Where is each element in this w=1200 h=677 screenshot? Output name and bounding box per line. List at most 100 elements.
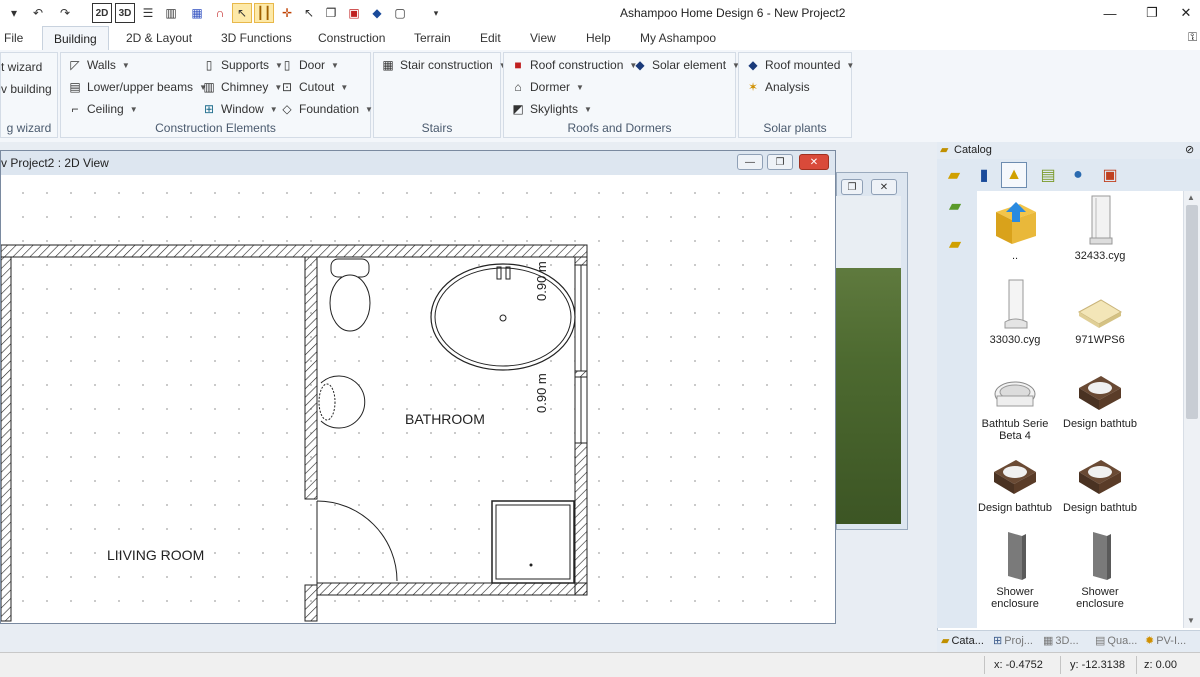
view3d-close-button[interactable]: ✕ (871, 179, 897, 195)
horizontal-split-icon[interactable]: ☰ (138, 3, 158, 23)
catalog-scrollbar[interactable]: ▲ ▼ (1183, 191, 1200, 628)
app-menu-icon[interactable]: ▾ (4, 3, 24, 23)
window-button[interactable]: ⊞ Window ▼ (201, 102, 278, 116)
help-icon[interactable]: ⚿ (1188, 30, 1197, 45)
globe-icon[interactable]: ● (1065, 162, 1091, 188)
undo-icon[interactable]: ↶ (28, 3, 48, 23)
folder-list-icon[interactable]: ▤ (1035, 162, 1061, 188)
analysis-button[interactable]: ✶ Analysis (745, 80, 810, 94)
bathtub-icon (973, 446, 1057, 498)
skylights-button[interactable]: ◩ Skylights ▼ (510, 102, 592, 116)
scroll-up-icon[interactable]: ▲ (1187, 193, 1195, 202)
walls-button[interactable]: ◸ Walls ▼ (67, 58, 129, 72)
catalog-item[interactable]: 33030.cyg (973, 278, 1057, 346)
tab-catalog[interactable]: ▰ Cata... (941, 634, 984, 648)
tab-terrain[interactable]: Terrain (414, 31, 451, 45)
image-icon[interactable]: ▣ (344, 3, 364, 23)
tab-3d-functions[interactable]: 3D Functions (221, 31, 292, 45)
view3d-restore-button[interactable]: ❐ (841, 179, 863, 195)
vertical-split-icon[interactable]: ▥ (161, 3, 181, 23)
magnet-icon[interactable]: ∩ (210, 3, 230, 23)
tab-view[interactable]: View (530, 31, 556, 45)
bathtub-icon (1058, 446, 1142, 498)
roof-mounted-button[interactable]: ◆ Roof mounted ▼ (745, 58, 854, 72)
beams-icon: ▤ (69, 80, 81, 94)
stair-construction-button[interactable]: ▦Stair construction▼ (380, 58, 506, 72)
status-divider (984, 656, 985, 674)
supports-button[interactable]: ▯ Supports ▼ (201, 58, 283, 72)
floor-plan-canvas[interactable]: LIIVING ROOM BATHROOM 0.90 m 0.90 m (1, 175, 835, 623)
pin-icon[interactable]: ⊘ (1185, 143, 1194, 156)
grid-icon[interactable]: ▦ (187, 3, 207, 23)
close-button[interactable]: ✕ (1166, 2, 1200, 24)
pointer-icon[interactable]: ↖ (232, 3, 252, 23)
view2d-maximize-button[interactable]: ❐ (767, 154, 793, 170)
title-bar: ▾ ↶ ↷ 2D 3D ☰ ▥ ▦ ∩ ↖ ┃┃ ✛ ↖ ❐ ▣ ◆ ▢ ▾ A… (0, 0, 1200, 26)
toilet-bowl (329, 274, 371, 332)
tab-3d[interactable]: ▦ 3D... (1043, 634, 1079, 648)
paste-icon[interactable]: ▢ (390, 3, 410, 23)
tab-2d-layout[interactable]: 2D & Layout (126, 31, 192, 45)
tab-building[interactable]: Building (42, 26, 109, 50)
crosshair-icon[interactable]: ✛ (277, 3, 297, 23)
redo-icon[interactable]: ↷ (55, 3, 75, 23)
catalog-item-label: Design bathtub (1063, 418, 1137, 430)
catalog-folder-icon: ▰ (940, 144, 949, 156)
favorites-folder-icon[interactable]: ▰ (942, 193, 968, 219)
tab-construction[interactable]: Construction (318, 31, 385, 45)
view-3d-canvas[interactable] (836, 196, 901, 524)
catalog-item[interactable]: Design bathtub (973, 446, 1057, 514)
walls-icon: ◸ (70, 58, 80, 72)
tab-edit[interactable]: Edit (480, 31, 501, 45)
door-button[interactable]: ▯ Door ▼ (279, 58, 339, 72)
roof-construction-button[interactable]: ■ Roof construction ▼ (510, 58, 637, 72)
catalog-item[interactable]: 971WPS6 (1058, 278, 1142, 346)
scroll-thumb[interactable] (1186, 205, 1198, 419)
solar-element-button[interactable]: ◆ Solar element ▼ (632, 58, 740, 72)
customize-toolbar-icon[interactable]: ▾ (426, 3, 446, 23)
tab-project[interactable]: ⊞ Proj... (993, 634, 1033, 648)
lower-upper-beams-button[interactable]: ▤ Lower/upper beams ▼ (67, 80, 207, 94)
new-building-item[interactable]: v building (1, 82, 52, 96)
copy-icon[interactable]: ❐ (321, 3, 341, 23)
catalog-item[interactable]: 32433.cyg (1058, 194, 1142, 262)
view2d-minimize-button[interactable]: — (737, 154, 763, 170)
dormer-button[interactable]: ⌂ Dormer ▼ (510, 80, 584, 94)
catalog-item[interactable]: Bathtub Serie Beta 4 (973, 362, 1057, 442)
vertical-lines-icon[interactable]: ┃┃ (254, 3, 274, 23)
ceiling-button[interactable]: ⌐ Ceiling ▼ (67, 102, 137, 116)
app-title: Ashampoo Home Design 6 - New Project2 (620, 6, 846, 20)
tab-help[interactable]: Help (586, 31, 611, 45)
view-2d-titlebar[interactable]: v Project2 : 2D View — ❐ ✕ (1, 151, 835, 176)
project-tree-icon: ⊞ (993, 635, 1003, 647)
folder-icon[interactable]: ▰ (941, 162, 967, 188)
roof-icon: ■ (514, 58, 522, 72)
eraser-icon[interactable]: ◆ (367, 3, 387, 23)
catalog-item[interactable]: Shower enclosure (1058, 530, 1142, 610)
open-folder-icon[interactable]: ▰ (942, 231, 968, 257)
scroll-down-icon[interactable]: ▼ (1187, 616, 1195, 625)
bookmark-folder-icon[interactable]: ▮ (971, 162, 997, 188)
view-2d-button[interactable]: 2D (92, 3, 112, 23)
tab-pv[interactable]: ✹ PV-I... (1145, 634, 1186, 648)
tab-file[interactable]: File (4, 31, 23, 45)
catalog-item[interactable]: Design bathtub (1058, 446, 1142, 514)
catalog-item[interactable]: Shower enclosure (973, 530, 1057, 610)
foundation-button[interactable]: ◇ Foundation ▼ (279, 102, 373, 116)
catalog-tab-icon: ▰ (941, 635, 950, 647)
select-arrow-icon[interactable]: ↖ (299, 3, 319, 23)
catalog-item[interactable]: .. (973, 194, 1057, 262)
catalog-item-label: Design bathtub (978, 502, 1052, 514)
chimney-button[interactable]: ▥ Chimney ▼ (201, 80, 282, 94)
tab-my-ashampoo[interactable]: My Ashampoo (640, 31, 716, 45)
view-3d-button[interactable]: 3D (115, 3, 135, 23)
wizard-group-label: g wizard (6, 121, 52, 135)
wizard-item[interactable]: t wizard (1, 60, 42, 74)
folder-up-icon[interactable]: ▲ (1001, 162, 1027, 188)
cutout-button[interactable]: ⊡ Cutout ▼ (279, 80, 348, 94)
minimize-button[interactable]: — (1090, 2, 1130, 24)
view2d-close-button[interactable]: ✕ (799, 154, 829, 170)
folder-tools-icon[interactable]: ▣ (1097, 162, 1123, 188)
tab-quantities[interactable]: ▤ Qua... (1095, 634, 1137, 648)
catalog-item[interactable]: Design bathtub (1058, 362, 1142, 430)
